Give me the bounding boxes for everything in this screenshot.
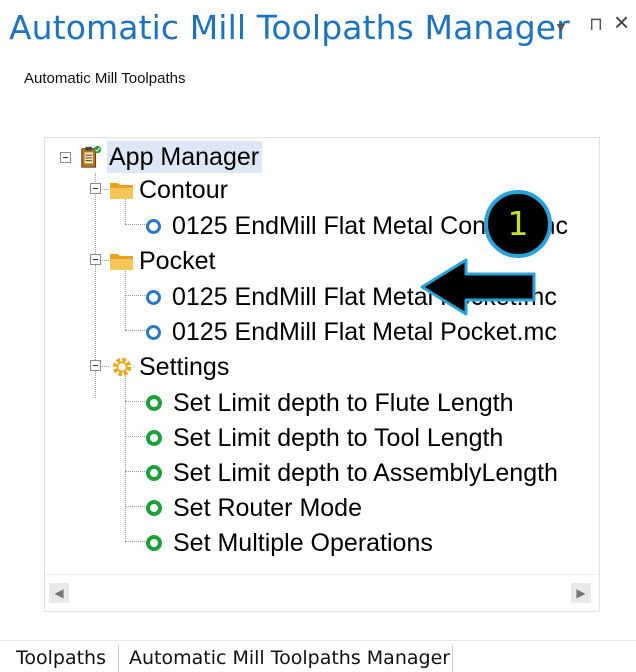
close-icon[interactable]: × bbox=[614, 9, 629, 35]
setting-icon bbox=[146, 500, 162, 516]
tree-line bbox=[125, 471, 147, 472]
tree-node-setting[interactable]: Set Multiple Operations bbox=[146, 526, 433, 560]
tree-node-setting[interactable]: Set Limit depth to AssemblyLength bbox=[146, 456, 558, 490]
tree-line bbox=[125, 541, 147, 542]
tree-node-settings[interactable]: Settings bbox=[109, 350, 229, 384]
tree-node-label: Set Multiple Operations bbox=[173, 529, 433, 557]
setting-icon bbox=[146, 430, 162, 446]
step-callout: 1 bbox=[484, 190, 552, 258]
tree-node-label: Set Router Mode bbox=[173, 494, 362, 522]
pin-icon[interactable]: ⊓ bbox=[589, 14, 603, 34]
clipboard-check-icon bbox=[81, 145, 102, 168]
pointer-arrow-icon bbox=[420, 258, 536, 316]
tree-node-label: App Manager bbox=[107, 141, 263, 173]
tree-line bbox=[125, 436, 147, 437]
tree-node-label: Set Limit depth to Flute Length bbox=[173, 389, 514, 417]
tree-line bbox=[125, 506, 147, 507]
collapse-toggle[interactable] bbox=[60, 152, 71, 163]
tab-toolpaths[interactable]: Toolpaths bbox=[16, 647, 106, 669]
collapse-toggle[interactable] bbox=[90, 183, 101, 194]
tab-divider bbox=[452, 645, 453, 672]
bottom-tab-bar: Toolpaths Automatic Mill Toolpaths Manag… bbox=[0, 640, 636, 672]
tree-line bbox=[125, 224, 147, 225]
collapse-toggle[interactable] bbox=[90, 254, 101, 265]
tree-node-label: Settings bbox=[139, 353, 230, 381]
tree-node-setting[interactable]: Set Router Mode bbox=[146, 491, 362, 525]
tree-line bbox=[125, 373, 126, 541]
tree-node-label: 0125 EndMill Flat Metal Pocket.mc bbox=[172, 318, 557, 346]
gear-icon bbox=[112, 357, 132, 377]
folder-icon bbox=[110, 183, 133, 199]
tree-node-folder-pocket[interactable]: Pocket bbox=[109, 244, 215, 278]
folder-icon bbox=[110, 254, 133, 270]
tab-automatic-mill-toolpaths-manager[interactable]: Automatic Mill Toolpaths Manager bbox=[129, 647, 450, 669]
horizontal-scrollbar[interactable]: ◀ ▶ bbox=[45, 574, 599, 611]
toolpath-icon bbox=[146, 324, 161, 340]
tree-node-folder-contour[interactable]: Contour bbox=[109, 173, 228, 207]
panel-subtitle: Automatic Mill Toolpaths bbox=[24, 70, 186, 87]
tree-line bbox=[125, 330, 147, 331]
toolpath-icon bbox=[146, 289, 161, 305]
tree-line bbox=[125, 295, 147, 296]
setting-icon bbox=[146, 465, 162, 481]
scroll-right-icon[interactable]: ▶ bbox=[571, 583, 591, 603]
panel-title: Automatic Mill Toolpaths Manager bbox=[9, 8, 570, 47]
setting-icon bbox=[146, 535, 162, 551]
collapse-toggle[interactable] bbox=[90, 360, 101, 371]
tree-line bbox=[125, 401, 147, 402]
tree-node-label: Set Limit depth to AssemblyLength bbox=[173, 459, 558, 487]
tree-node-label: Pocket bbox=[139, 247, 216, 275]
tree-node-label: Set Limit depth to Tool Length bbox=[173, 424, 504, 452]
window-controls: ▼ ⊓ × bbox=[548, 9, 636, 44]
toolpath-icon bbox=[146, 218, 161, 234]
tree-node-setting[interactable]: Set Limit depth to Tool Length bbox=[146, 421, 503, 455]
tree-node-setting[interactable]: Set Limit depth to Flute Length bbox=[146, 386, 514, 420]
tree-node-label: Contour bbox=[139, 176, 228, 204]
dropdown-icon[interactable]: ▼ bbox=[554, 17, 568, 37]
tree-node-root[interactable]: App Manager bbox=[79, 140, 263, 174]
tree-node-toolpath[interactable]: 0125 EndMill Flat Metal Pocket.mc bbox=[146, 315, 557, 349]
tab-divider bbox=[118, 645, 119, 672]
scroll-left-icon[interactable]: ◀ bbox=[49, 583, 69, 603]
setting-icon bbox=[146, 395, 162, 411]
